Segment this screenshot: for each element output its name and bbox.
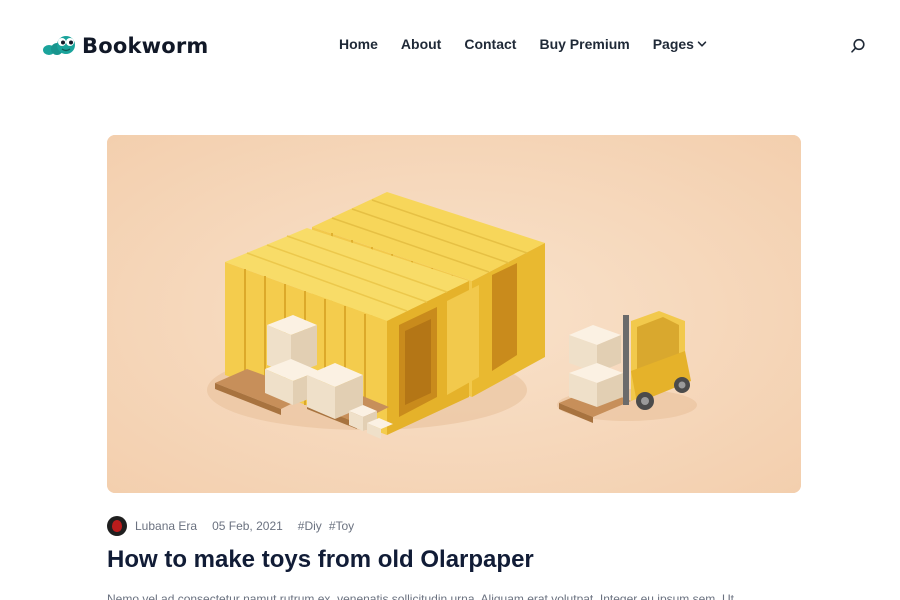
nav-item-buy-premium[interactable]: Buy Premium	[539, 36, 629, 52]
author-name[interactable]: Lubana Era	[135, 519, 197, 533]
chevron-down-icon	[697, 41, 707, 47]
nav-item-about[interactable]: About	[401, 36, 441, 52]
search-button[interactable]	[849, 37, 867, 55]
post-meta: Lubana Era 05 Feb, 2021 #Diy #Toy	[107, 515, 361, 537]
tag-toy[interactable]: #Toy	[329, 519, 354, 533]
featured-image[interactable]	[107, 135, 801, 493]
author-avatar[interactable]	[107, 516, 127, 536]
post-date: 05 Feb, 2021	[212, 519, 283, 533]
post-title[interactable]: How to make toys from old Olarpaper	[107, 546, 534, 574]
tag-diy[interactable]: #Diy	[298, 519, 322, 533]
site-header: Bookworm Home About Contact Buy Premium …	[0, 0, 900, 92]
shipping-containers-illustration	[107, 135, 801, 493]
nav-item-home[interactable]: Home	[339, 36, 378, 52]
brand-logo[interactable]: Bookworm	[42, 32, 209, 60]
bookworm-logo-icon	[43, 36, 75, 55]
nav-item-pages[interactable]: Pages	[653, 36, 707, 52]
search-icon	[851, 38, 865, 53]
post-excerpt: Nemo vel ad consectetur namut rutrum ex,…	[107, 592, 734, 600]
avatar-figure	[112, 520, 122, 532]
nav-item-contact[interactable]: Contact	[464, 36, 516, 52]
brand-name: Bookworm	[82, 34, 209, 58]
nav-item-pages-label: Pages	[652, 36, 694, 52]
main-nav: Home About Contact Buy Premium Pages	[339, 36, 707, 52]
